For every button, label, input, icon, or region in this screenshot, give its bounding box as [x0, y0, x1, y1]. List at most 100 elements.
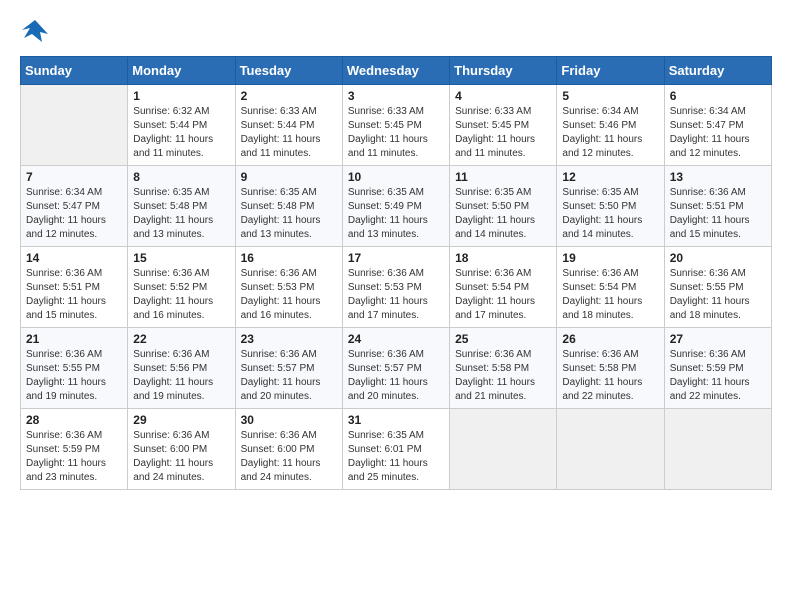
sunrise-text: Sunrise: 6:33 AM: [348, 106, 424, 117]
calendar-week-row: 7Sunrise: 6:34 AMSunset: 5:47 PMDaylight…: [21, 166, 772, 247]
calendar-day-cell: 7Sunrise: 6:34 AMSunset: 5:47 PMDaylight…: [21, 166, 128, 247]
header: [20, 16, 772, 46]
weekday-header-thursday: Thursday: [450, 57, 557, 85]
calendar-day-cell: [450, 409, 557, 490]
calendar-day-cell: 12Sunrise: 6:35 AMSunset: 5:50 PMDayligh…: [557, 166, 664, 247]
calendar-day-cell: 1 Sunrise: 6:32 AMSunset: 5:44 PMDaylight…: [128, 85, 235, 166]
day-info: Sunrise: 6:36 AMSunset: 5:53 PMDaylight:…: [241, 267, 337, 323]
sunset-text: Sunset: 5:58 PM: [455, 363, 529, 374]
daylight-text: Daylight: 11 hours and 20 minutes.: [348, 377, 428, 402]
calendar-day-cell: 4Sunrise: 6:33 AMSunset: 5:45 PMDaylight…: [450, 85, 557, 166]
sunrise-text: Sunrise: 6:36 AM: [133, 430, 209, 441]
day-number: 7: [26, 170, 122, 184]
day-info: Sunrise: 6:36 AMSunset: 5:56 PMDaylight:…: [133, 348, 229, 404]
calendar-day-cell: 2Sunrise: 6:33 AMSunset: 5:44 PMDaylight…: [235, 85, 342, 166]
daylight-text: Daylight: 11 hours and 16 minutes.: [133, 296, 213, 321]
sunrise-text: Sunrise: 6:32 AM: [133, 106, 209, 117]
weekday-header-sunday: Sunday: [21, 57, 128, 85]
calendar-day-cell: 28Sunrise: 6:36 AMSunset: 5:59 PMDayligh…: [21, 409, 128, 490]
calendar-day-cell: 26Sunrise: 6:36 AMSunset: 5:58 PMDayligh…: [557, 328, 664, 409]
weekday-header-tuesday: Tuesday: [235, 57, 342, 85]
day-info: Sunrise: 6:36 AMSunset: 5:58 PMDaylight:…: [455, 348, 551, 404]
calendar-day-cell: 3Sunrise: 6:33 AMSunset: 5:45 PMDaylight…: [342, 85, 449, 166]
calendar-day-cell: 31Sunrise: 6:35 AMSunset: 6:01 PMDayligh…: [342, 409, 449, 490]
logo-bird-icon: [20, 16, 50, 46]
sunset-text: Sunset: 5:54 PM: [562, 282, 636, 293]
sunset-text: Sunset: 5:48 PM: [241, 201, 315, 212]
day-number: 26: [562, 332, 658, 346]
calendar-week-row: 21Sunrise: 6:36 AMSunset: 5:55 PMDayligh…: [21, 328, 772, 409]
day-number: 1: [133, 89, 229, 103]
sunset-text: Sunset: 5:50 PM: [562, 201, 636, 212]
sunrise-text: Sunrise: 6:35 AM: [455, 187, 531, 198]
daylight-text: Daylight: 11 hours and 12 minutes.: [562, 134, 642, 159]
day-info: Sunrise: 6:36 AMSunset: 5:59 PMDaylight:…: [670, 348, 766, 404]
daylight-text: Daylight: 11 hours and 11 minutes.: [133, 134, 213, 159]
day-info: Sunrise: 6:36 AMSunset: 5:53 PMDaylight:…: [348, 267, 444, 323]
daylight-text: Daylight: 11 hours and 13 minutes.: [348, 215, 428, 240]
day-number: 17: [348, 251, 444, 265]
calendar-day-cell: 20Sunrise: 6:36 AMSunset: 5:55 PMDayligh…: [664, 247, 771, 328]
day-number: 15: [133, 251, 229, 265]
sunrise-text: Sunrise: 6:35 AM: [133, 187, 209, 198]
sunrise-text: Sunrise: 6:35 AM: [241, 187, 317, 198]
sunset-text: Sunset: 5:55 PM: [670, 282, 744, 293]
day-number: 31: [348, 413, 444, 427]
day-number: 18: [455, 251, 551, 265]
daylight-text: Daylight: 11 hours and 18 minutes.: [670, 296, 750, 321]
calendar-day-cell: 25Sunrise: 6:36 AMSunset: 5:58 PMDayligh…: [450, 328, 557, 409]
day-number: 28: [26, 413, 122, 427]
daylight-text: Daylight: 11 hours and 19 minutes.: [26, 377, 106, 402]
day-info: Sunrise: 6:36 AMSunset: 5:57 PMDaylight:…: [241, 348, 337, 404]
sunset-text: Sunset: 5:58 PM: [562, 363, 636, 374]
calendar-day-cell: 6 Sunrise: 6:34 AMSunset: 5:47 PMDaylight…: [664, 85, 771, 166]
daylight-text: Daylight: 11 hours and 19 minutes.: [133, 377, 213, 402]
sunrise-text: Sunrise: 6:36 AM: [133, 349, 209, 360]
sunset-text: Sunset: 5:59 PM: [670, 363, 744, 374]
day-info: Sunrise: 6:32 AMSunset: 5:44 PMDaylight:…: [133, 105, 229, 161]
sunset-text: Sunset: 5:45 PM: [455, 120, 529, 131]
calendar-day-cell: 17 Sunrise: 6:36 AMSunset: 5:53 PMDayligh…: [342, 247, 449, 328]
sunrise-text: Sunrise: 6:36 AM: [26, 349, 102, 360]
day-info: Sunrise: 6:35 AMSunset: 5:48 PMDaylight:…: [133, 186, 229, 242]
day-info: Sunrise: 6:36 AMSunset: 5:51 PMDaylight:…: [26, 267, 122, 323]
sunrise-text: Sunrise: 6:33 AM: [241, 106, 317, 117]
calendar-day-cell: 15Sunrise: 6:36 AMSunset: 5:52 PMDayligh…: [128, 247, 235, 328]
day-number: 29: [133, 413, 229, 427]
sunset-text: Sunset: 5:52 PM: [133, 282, 207, 293]
day-number: 13: [670, 170, 766, 184]
sunset-text: Sunset: 5:50 PM: [455, 201, 529, 212]
sunrise-text: Sunrise: 6:36 AM: [348, 268, 424, 279]
sunrise-text: Sunrise: 6:36 AM: [670, 268, 746, 279]
day-number: 27: [670, 332, 766, 346]
day-number: 19: [562, 251, 658, 265]
day-number: 21: [26, 332, 122, 346]
daylight-text: Daylight: 11 hours and 25 minutes.: [348, 458, 428, 483]
calendar-day-cell: 5Sunrise: 6:34 AMSunset: 5:46 PMDaylight…: [557, 85, 664, 166]
daylight-text: Daylight: 11 hours and 14 minutes.: [562, 215, 642, 240]
day-info: Sunrise: 6:34 AMSunset: 5:47 PMDaylight:…: [670, 105, 766, 161]
calendar-day-cell: 9Sunrise: 6:35 AMSunset: 5:48 PMDaylight…: [235, 166, 342, 247]
daylight-text: Daylight: 11 hours and 22 minutes.: [670, 377, 750, 402]
day-number: 16: [241, 251, 337, 265]
calendar-day-cell: 18Sunrise: 6:36 AMSunset: 5:54 PMDayligh…: [450, 247, 557, 328]
calendar-day-cell: 19Sunrise: 6:36 AMSunset: 5:54 PMDayligh…: [557, 247, 664, 328]
sunset-text: Sunset: 5:48 PM: [133, 201, 207, 212]
day-number: 11: [455, 170, 551, 184]
sunset-text: Sunset: 5:59 PM: [26, 444, 100, 455]
daylight-text: Daylight: 11 hours and 23 minutes.: [26, 458, 106, 483]
weekday-header-saturday: Saturday: [664, 57, 771, 85]
calendar-day-cell: 30Sunrise: 6:36 AMSunset: 6:00 PMDayligh…: [235, 409, 342, 490]
sunset-text: Sunset: 5:54 PM: [455, 282, 529, 293]
day-info: Sunrise: 6:36 AMSunset: 6:00 PMDaylight:…: [133, 429, 229, 485]
day-number: 4: [455, 89, 551, 103]
day-number: 6: [670, 89, 766, 103]
day-number: 24: [348, 332, 444, 346]
daylight-text: Daylight: 11 hours and 13 minutes.: [241, 215, 321, 240]
daylight-text: Daylight: 11 hours and 11 minutes.: [241, 134, 321, 159]
calendar-week-row: 1 Sunrise: 6:32 AMSunset: 5:44 PMDaylight…: [21, 85, 772, 166]
calendar-day-cell: 24Sunrise: 6:36 AMSunset: 5:57 PMDayligh…: [342, 328, 449, 409]
daylight-text: Daylight: 11 hours and 15 minutes.: [670, 215, 750, 240]
sunrise-text: Sunrise: 6:34 AM: [562, 106, 638, 117]
calendar-day-cell: 11Sunrise: 6:35 AMSunset: 5:50 PMDayligh…: [450, 166, 557, 247]
